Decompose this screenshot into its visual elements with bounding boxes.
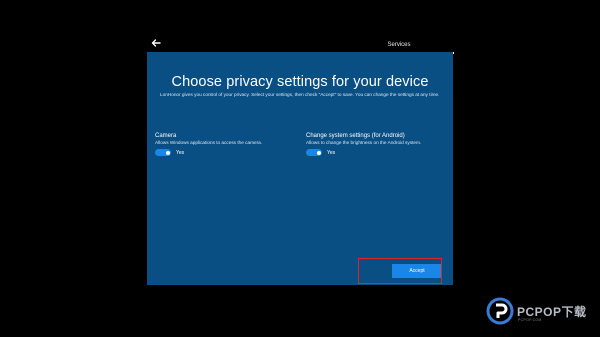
back-arrow-icon[interactable] (149, 36, 163, 50)
watermark-brand: PCPOP下载 (517, 304, 587, 319)
setting-description: Allows Windows applications to access th… (155, 140, 263, 145)
toggle-state-label: Yes (327, 149, 336, 156)
dialog-title: Choose privacy settings for your device (171, 74, 429, 90)
pcpop-logo-icon (486, 297, 514, 325)
watermark-sub: PCPOP.COM (518, 318, 542, 322)
watermark: PCPOP下载 PCPOP.COM (486, 296, 598, 326)
accept-highlight-box (358, 258, 442, 284)
privacy-dialog: Choose privacy settings for your device … (147, 52, 453, 285)
system-settings-toggle[interactable] (306, 149, 322, 156)
setting-camera: Camera Allows Windows applications to ac… (155, 132, 295, 156)
camera-toggle[interactable] (155, 149, 171, 156)
dialog-description: LonHonor gives you control of your priva… (160, 92, 440, 97)
setting-title: Change system settings (for Android) (306, 133, 405, 139)
toggle-state-label: Yes (176, 149, 185, 156)
setting-title: Camera (155, 133, 177, 139)
setting-description: Allows to change the brightness on the A… (306, 140, 422, 145)
setting-system: Change system settings (for Android) All… (306, 132, 446, 156)
